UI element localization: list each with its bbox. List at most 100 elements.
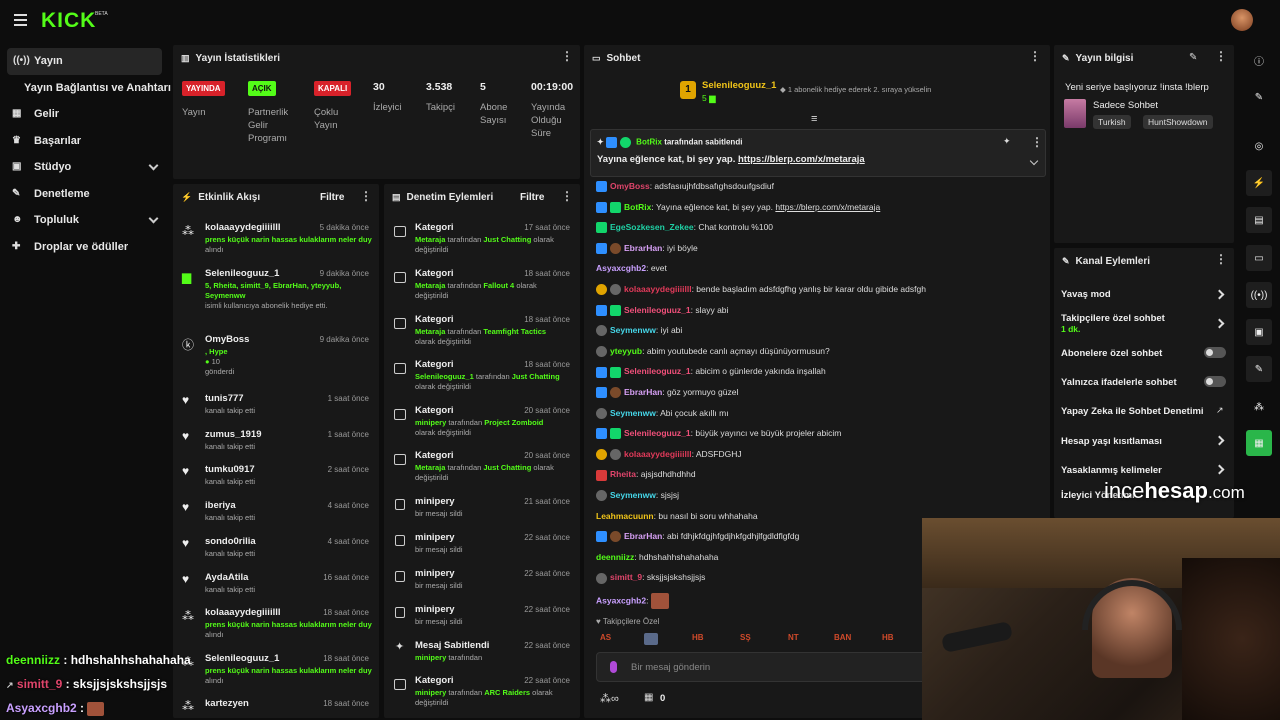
chat-username[interactable]: OmyBoss [610,181,650,191]
more-icon[interactable]: ⋮ [561,190,573,202]
more-icon[interactable]: ⋮ [1215,253,1227,265]
sidebar-item-basarilar[interactable]: ♛ Başarılar [0,128,170,155]
moderator-link[interactable]: minipery [415,688,446,697]
chat-username[interactable]: Selenileoguuz_1 [624,428,691,438]
moderator-link[interactable]: Metaraja [415,463,445,472]
chat-username[interactable]: Selenileoguuz_1 [624,366,691,376]
emote-hb-2[interactable]: HB [882,633,894,642]
moderator-link[interactable]: Metaraja [415,327,445,336]
moderator-link[interactable]: Selenileoguuz_1 [415,372,474,381]
filter-button[interactable]: Filtre [520,192,544,203]
chat-username[interactable]: deenniizz [596,552,634,562]
category-name[interactable]: Teamfight Tactics [483,327,546,336]
chat-username[interactable]: EbrarHan [624,243,662,253]
more-icon[interactable]: ⋮ [360,190,372,202]
broadcast-icon[interactable]: ((•)) [1246,282,1272,308]
inventory-icon[interactable]: ▦ [644,692,653,703]
edit-icon[interactable]: ✎ [1189,52,1197,63]
microphone-icon[interactable] [610,661,617,673]
chat-username[interactable]: Asyaxcghb2 [596,263,646,273]
chat-username[interactable]: Seymenww [610,325,656,335]
chat-username[interactable]: Selenileoguuz_1 [624,305,691,315]
followers-only-row[interactable]: Takipçilere özel sohbet [1061,313,1165,324]
users-icon[interactable]: ⁂ [1246,394,1272,420]
unpin-icon[interactable]: ✦ [1003,136,1011,147]
chat-username[interactable]: simitt_9 [610,572,642,582]
category-name[interactable]: Sadece Sohbet [1093,100,1158,111]
category-name[interactable]: Just Chatting [512,372,560,381]
moderator-link[interactable]: Metaraja [415,281,445,290]
emote-nt[interactable]: NT [788,633,799,642]
action-name[interactable]: minipery [415,568,455,579]
banned-words-row[interactable]: Yasaklanmış kelimeler [1061,465,1162,476]
slow-mode-row[interactable]: Yavaş mod [1061,289,1111,300]
category-name[interactable]: Project Zomboid [484,418,543,427]
event-user[interactable]: sondo0rilia [205,536,256,547]
action-name[interactable]: minipery [415,532,455,543]
chat-username[interactable]: Rheita [610,469,636,479]
scroll-to-bottom-icon[interactable]: ≡ [811,113,817,125]
emote-ban[interactable]: BAN [834,633,851,642]
event-user[interactable]: AydaAtila [205,572,248,583]
pinned-by[interactable]: BotRix [636,138,662,147]
more-icon[interactable]: ⋮ [1029,50,1041,62]
more-icon[interactable]: ⋮ [561,50,573,62]
more-icon[interactable]: ⋮ [1031,136,1043,148]
event-user[interactable]: Selenileoguuz_1 [205,653,279,664]
event-user[interactable]: tumku0917 [205,464,255,475]
chat-link[interactable]: https://blerp.com/x/metaraja [775,202,880,212]
event-user[interactable]: OmyBoss [205,334,249,345]
action-name[interactable]: minipery [415,604,455,615]
subscribers-only-toggle[interactable] [1204,347,1226,358]
category-name[interactable]: Just Chatting [483,235,531,244]
chat-username[interactable]: EgeSozkesen_Zekee [610,222,694,232]
event-user[interactable]: kolaaayydegiiiilll [205,607,281,618]
tag[interactable]: Turkish [1093,115,1131,129]
category-thumbnail[interactable] [1064,99,1086,128]
action-name[interactable]: minipery [415,496,455,507]
moderator-link[interactable]: Metaraja [415,235,445,244]
pinned-link[interactable]: https://blerp.com/x/metaraja [738,154,865,165]
chat-username[interactable]: kolaaayydegiiiilll [624,449,692,459]
chat-username[interactable]: Leahmacuunn [596,511,654,521]
kick-app-icon[interactable]: ▦ [1246,430,1272,456]
moderator-link[interactable]: minipery [415,418,446,427]
pinned-message[interactable]: ✦ BotRix tarafından sabitlendi Yayına eğ… [590,129,1046,177]
chat-username[interactable]: yteyyub [610,346,642,356]
ai-moderation-row[interactable]: Yapay Zeka ile Sohbet Denetimi [1061,406,1204,417]
event-user[interactable]: tunis777 [205,393,244,404]
event-user[interactable]: kolaaayydegiiiilll [205,222,281,233]
category-name[interactable]: Just Chatting [483,463,531,472]
event-user[interactable]: iberiya [205,500,236,511]
menu-icon[interactable] [14,14,27,26]
capture-icon[interactable]: ◎ [1246,133,1272,159]
tag[interactable]: HuntShowdown [1143,115,1213,129]
event-user[interactable]: kartezyen [205,698,249,709]
category-name[interactable]: Fallout 4 [483,281,514,290]
emotes-only-toggle[interactable] [1204,376,1226,387]
chat-icon[interactable]: ▭ [1246,245,1272,271]
moderation-log-icon[interactable]: ▣ [1246,319,1272,345]
moderator-link[interactable]: minipery [415,653,446,662]
chat-username[interactable]: kolaaayydegiiiilll [624,284,692,294]
kick-logo[interactable]: KICK [41,9,96,33]
bolt-icon[interactable]: ⚡ [1246,170,1272,196]
account-age-row[interactable]: Hesap yaşı kısıtlaması [1061,436,1162,447]
sidebar-item-gelir[interactable]: ▦ Gelir [0,101,170,128]
category-name[interactable]: ARC Raiders [484,688,530,697]
document-icon[interactable]: ▤ [1246,207,1272,233]
info-icon[interactable]: ⓘ [1246,47,1272,73]
emote-as[interactable]: AS [600,633,611,642]
chat-username[interactable]: EbrarHan [624,387,662,397]
sidebar-item-denetleme[interactable]: ✎ Denetleme [0,181,170,208]
more-icon[interactable]: ⋮ [1215,50,1227,62]
event-user[interactable]: zumus_1919 [205,429,262,440]
emote-face[interactable] [644,633,658,645]
sidebar-item-studyo[interactable]: ▣ Stüdyo [0,154,170,181]
chat-username[interactable]: BotRix [624,202,651,212]
chevron-down-icon[interactable] [1029,156,1039,166]
external-link-icon[interactable]: ↗ [1216,405,1224,416]
emote-hb[interactable]: HB [692,633,704,642]
chat-username[interactable]: Asyaxcghb2 [596,595,646,605]
chat-username[interactable]: Seymenww [610,408,656,418]
